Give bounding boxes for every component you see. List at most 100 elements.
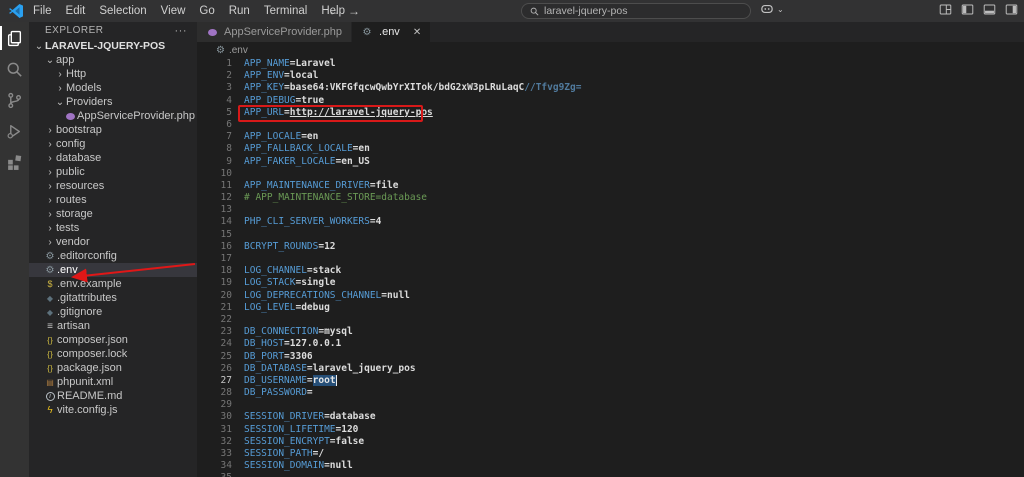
toggle-secondary-sidebar-icon[interactable] (1005, 3, 1018, 16)
code-line[interactable]: 21LOG_LEVEL=debug (197, 302, 1024, 314)
nav-back-button[interactable]: ← (328, 4, 340, 18)
token-val: = (307, 375, 313, 386)
code-line[interactable]: 16BCRYPT_ROUNDS=12 (197, 241, 1024, 253)
tree-item-models[interactable]: ›Models (29, 81, 197, 95)
breadcrumb[interactable]: ⚙ .env (197, 42, 1024, 58)
tree-item--env-example[interactable]: $.env.example (29, 277, 197, 291)
line-number: 6 (197, 119, 232, 131)
menu-view[interactable]: View (154, 5, 193, 17)
code-line[interactable]: 14PHP_CLI_SERVER_WORKERS=4 (197, 216, 1024, 228)
file-tree: ⌄LARAVEL-JQUERY-POS⌄app›Http›Models⌄Prov… (29, 39, 197, 417)
git-icon: ◆ (44, 308, 56, 317)
code-line[interactable]: 30SESSION_DRIVER=database (197, 411, 1024, 423)
code-line[interactable]: 33SESSION_PATH=/ (197, 448, 1024, 460)
tree-item-resources[interactable]: ›resources (29, 179, 197, 193)
tree-item-artisan[interactable]: ≡artisan (29, 319, 197, 333)
code-area[interactable]: 1APP_NAME=Laravel2APP_ENV=local3APP_KEY=… (197, 58, 1024, 477)
code-line[interactable]: 10 (197, 168, 1024, 180)
tree-item-vendor[interactable]: ›vendor (29, 235, 197, 249)
source-control-icon[interactable] (3, 88, 27, 112)
code-line[interactable]: 32SESSION_ENCRYPT=false (197, 436, 1024, 448)
code-line[interactable]: 19LOG_STACK=single (197, 277, 1024, 289)
tree-item-label: phpunit.xml (57, 376, 113, 388)
menu-edit[interactable]: Edit (59, 5, 93, 17)
token-key: DB_CONNECTION (244, 326, 318, 337)
extensions-icon[interactable] (3, 150, 27, 174)
tree-item-storage[interactable]: ›storage (29, 207, 197, 221)
tree-item-composer-json[interactable]: {}composer.json (29, 333, 197, 347)
code-line[interactable]: 27DB_USERNAME=root (197, 375, 1024, 387)
tree-item-config[interactable]: ›config (29, 137, 197, 151)
explorer-more-actions-icon[interactable]: ··· (175, 25, 188, 37)
code-line[interactable]: 6 (197, 119, 1024, 131)
code-line[interactable]: 23DB_CONNECTION=mysql (197, 326, 1024, 338)
tab-label: AppServiceProvider.php (224, 26, 342, 38)
code-line[interactable]: 7APP_LOCALE=en (197, 131, 1024, 143)
command-center-search[interactable]: laravel-jquery-pos (521, 3, 751, 19)
copilot-menu[interactable]: ⌄ (760, 3, 784, 15)
tree-item--editorconfig[interactable]: ⚙.editorconfig (29, 249, 197, 263)
line-number: 26 (197, 363, 232, 375)
code-line[interactable]: 13 (197, 204, 1024, 216)
tree-item-laravel-jquery-pos[interactable]: ⌄LARAVEL-JQUERY-POS (29, 39, 197, 53)
tree-item-package-json[interactable]: {}package.json (29, 361, 197, 375)
toggle-primary-sidebar-icon[interactable] (961, 3, 974, 16)
tree-item-public[interactable]: ›public (29, 165, 197, 179)
code-line[interactable]: 8APP_FALLBACK_LOCALE=en (197, 143, 1024, 155)
line-number: 10 (197, 168, 232, 180)
tree-item-providers[interactable]: ⌄Providers (29, 95, 197, 109)
token-val: =Laravel (290, 58, 336, 69)
tree-item-database[interactable]: ›database (29, 151, 197, 165)
code-line[interactable]: 28DB_PASSWORD= (197, 387, 1024, 399)
run-debug-icon[interactable] (3, 119, 27, 143)
menu-run[interactable]: Run (222, 5, 257, 17)
code-line[interactable]: 11APP_MAINTENANCE_DRIVER=file (197, 180, 1024, 192)
tree-item-appserviceprovider-php[interactable]: AppServiceProvider.php (29, 109, 197, 123)
menu-terminal[interactable]: Terminal (257, 5, 314, 17)
close-icon[interactable]: ✕ (413, 27, 421, 38)
code-line[interactable]: 31SESSION_LIFETIME=120 (197, 424, 1024, 436)
menu-go[interactable]: Go (192, 5, 221, 17)
nav-forward-button[interactable]: → (348, 4, 360, 18)
code-line[interactable]: 24DB_HOST=127.0.0.1 (197, 338, 1024, 350)
code-line[interactable]: 9APP_FAKER_LOCALE=en_US (197, 156, 1024, 168)
customize-layout-icon[interactable] (939, 3, 952, 16)
menu-file[interactable]: File (26, 5, 59, 17)
code-line[interactable]: 17 (197, 253, 1024, 265)
code-line[interactable]: 15 (197, 229, 1024, 241)
tree-item-phpunit-xml[interactable]: ▤phpunit.xml (29, 375, 197, 389)
tree-item-bootstrap[interactable]: ›bootstrap (29, 123, 197, 137)
code-line[interactable]: 5APP_URL=http://laravel-jquery-pos (197, 107, 1024, 119)
code-line[interactable]: 20LOG_DEPRECATIONS_CHANNEL=null (197, 290, 1024, 302)
tree-item--gitattributes[interactable]: ◆.gitattributes (29, 291, 197, 305)
code-line[interactable]: 25DB_PORT=3306 (197, 351, 1024, 363)
code-line[interactable]: 18LOG_CHANNEL=stack (197, 265, 1024, 277)
code-line[interactable]: 12# APP_MAINTENANCE_STORE=database (197, 192, 1024, 204)
tree-item--env[interactable]: ⚙.env (29, 263, 197, 277)
tab-appserviceprovider-php[interactable]: AppServiceProvider.php (197, 22, 352, 42)
explorer-icon[interactable] (3, 26, 27, 50)
code-line[interactable]: 4APP_DEBUG=true (197, 95, 1024, 107)
tree-item-routes[interactable]: ›routes (29, 193, 197, 207)
tree-item-http[interactable]: ›Http (29, 67, 197, 81)
code-line[interactable]: 22 (197, 314, 1024, 326)
menu-selection[interactable]: Selection (92, 5, 153, 17)
tree-item-composer-lock[interactable]: {}composer.lock (29, 347, 197, 361)
code-line[interactable]: 1APP_NAME=Laravel (197, 58, 1024, 70)
line-number: 9 (197, 156, 232, 168)
code-line[interactable]: 2APP_ENV=local (197, 70, 1024, 82)
code-line[interactable]: 29 (197, 399, 1024, 411)
line-number: 2 (197, 70, 232, 82)
tree-item--gitignore[interactable]: ◆.gitignore (29, 305, 197, 319)
code-line[interactable]: 34SESSION_DOMAIN=null (197, 460, 1024, 472)
tab--env[interactable]: ⚙.env✕ (352, 22, 430, 42)
tree-item-readme-md[interactable]: iREADME.md (29, 389, 197, 403)
tree-item-app[interactable]: ⌄app (29, 53, 197, 67)
search-sidebar-icon[interactable] (3, 57, 27, 81)
code-line[interactable]: 3APP_KEY=base64:VKFGfqcwQwbYrXITok/bdG2x… (197, 82, 1024, 94)
code-line[interactable]: 35 (197, 472, 1024, 477)
code-line[interactable]: 26DB_DATABASE=laravel_jquery_pos (197, 363, 1024, 375)
tree-item-tests[interactable]: ›tests (29, 221, 197, 235)
tree-item-vite-config-js[interactable]: ϟvite.config.js (29, 403, 197, 417)
toggle-panel-icon[interactable] (983, 3, 996, 16)
